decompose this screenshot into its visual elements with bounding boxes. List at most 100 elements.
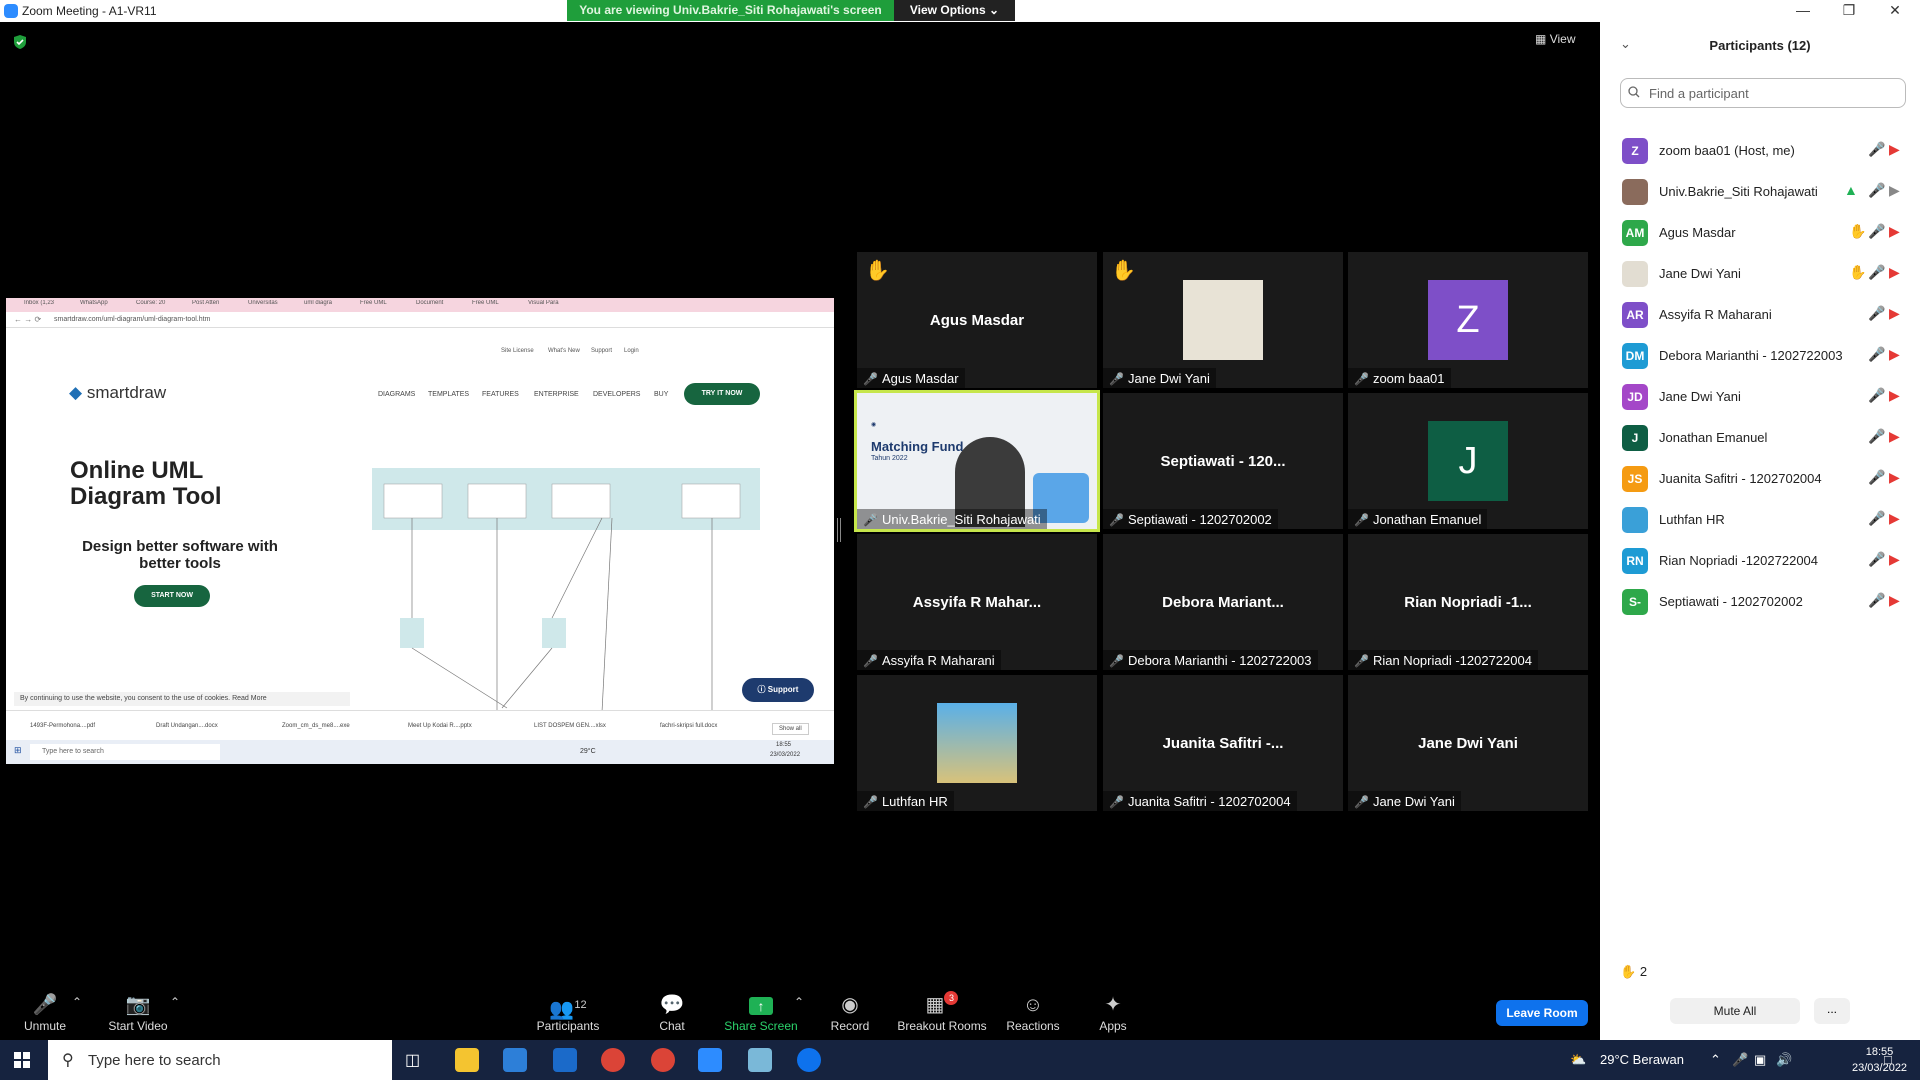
hero-heading: Online UML Diagram Tool: [70, 458, 222, 510]
tile-name-text: Rian Nopriadi -1202722004: [1372, 653, 1532, 668]
raised-hand-icon: ✋: [1849, 264, 1867, 280]
participant-row[interactable]: AM Agus Masdar ✋ 🎤 ▶: [1600, 212, 1920, 253]
view-button[interactable]: ▦ View: [1535, 32, 1575, 46]
participant-row[interactable]: AR Assyifa R Maharani 🎤 ▶: [1600, 294, 1920, 335]
taskbar-clock[interactable]: 18:55 23/03/2022: [1852, 1044, 1907, 1076]
participant-name: zoom baa01 (Host, me): [1659, 143, 1795, 158]
smartdraw-logo: ◆ smartdraw: [69, 383, 166, 403]
chrome-profile-icon[interactable]: [651, 1048, 675, 1072]
start-video-button[interactable]: 📷 Start Video: [88, 985, 188, 1040]
chat-button[interactable]: 💬 Chat: [622, 985, 722, 1040]
browser-url: smartdraw.com/uml-diagram/uml-diagram-to…: [54, 316, 211, 323]
participant-video-tile[interactable]: Z 🎤 zoom baa01: [1348, 252, 1588, 388]
unmute-button[interactable]: 🎤 Unmute: [0, 985, 95, 1040]
video-off-icon: ▶: [1889, 223, 1900, 239]
participant-row[interactable]: Luthfan HR 🎤 ▶: [1600, 499, 1920, 540]
raised-hand-icon: ✋: [865, 260, 890, 282]
teamviewer-icon[interactable]: [797, 1048, 821, 1072]
participant-row[interactable]: J Jonathan Emanuel 🎤 ▶: [1600, 417, 1920, 458]
participant-video-tile[interactable]: ✋ Agus Masdar 🎤 Agus Masdar: [857, 252, 1097, 388]
view-options-button[interactable]: View Options ⌄: [894, 0, 1015, 21]
mail-icon[interactable]: [553, 1048, 577, 1072]
windows-start-icon[interactable]: [14, 1052, 30, 1068]
share-screen-button[interactable]: ↑ Share Screen: [711, 985, 811, 1040]
participant-video-tile[interactable]: ◉ Matching Fund Tahun 2022 🎤 Univ.Bakrie_Sit…: [854, 390, 1100, 532]
site-main-nav-link: ENTERPRISE: [534, 391, 579, 398]
participant-video-tile[interactable]: Juanita Safitri -... 🎤 Juanita Safitri - 1…: [1103, 675, 1343, 811]
taskbar-weather[interactable]: 29°C Berawan: [1600, 1052, 1684, 1067]
mic-muted-icon: 🎤: [1868, 387, 1886, 403]
apps-button[interactable]: ✦ Apps: [1063, 985, 1163, 1040]
participant-row[interactable]: JS Juanita Safitri - 1202702004 🎤 ▶: [1600, 458, 1920, 499]
video-options-chevron-icon[interactable]: ⌃: [170, 995, 180, 1009]
close-button[interactable]: ✕: [1872, 0, 1918, 22]
participant-row[interactable]: RN Rian Nopriadi -1202722004 🎤 ▶: [1600, 540, 1920, 581]
encryption-shield-icon[interactable]: [12, 34, 28, 50]
tile-display-name: Septiawati - 120...: [1160, 453, 1286, 470]
breakout-rooms-icon: ▦ 3: [892, 991, 992, 1019]
raised-hands-count-value: 2: [1639, 964, 1648, 979]
chrome-icon[interactable]: [601, 1048, 625, 1072]
find-participant-input[interactable]: Find a participant: [1620, 78, 1906, 108]
notifications-icon[interactable]: □: [1884, 1052, 1892, 1067]
tray-mic-icon[interactable]: 🎤: [1732, 1052, 1748, 1068]
participant-video-tile[interactable]: J 🎤 Jonathan Emanuel: [1348, 393, 1588, 529]
mic-muted-icon: 🎤: [863, 372, 878, 386]
maximize-button[interactable]: ❐: [1826, 0, 1872, 22]
participant-row[interactable]: Jane Dwi Yani ✋ 🎤 ▶: [1600, 253, 1920, 294]
mic-muted-icon: 🎤: [1868, 141, 1886, 157]
participant-video-tile[interactable]: Rian Nopriadi -1... 🎤 Rian Nopriadi -12027…: [1348, 534, 1588, 670]
tray-chevron-icon[interactable]: ⌃: [1710, 1052, 1721, 1068]
task-view-icon[interactable]: ◫: [405, 1050, 420, 1070]
network-icon[interactable]: ▣: [1754, 1052, 1766, 1068]
participant-name: Septiawati - 1202702002: [1659, 594, 1803, 609]
file-explorer-icon[interactable]: [455, 1048, 479, 1072]
mic-muted-icon: 🎤: [863, 513, 878, 527]
participant-video-tile[interactable]: ✋ 🎤 Jane Dwi Yani: [1103, 252, 1343, 388]
site-main-nav-link: TEMPLATES: [428, 391, 470, 398]
participant-row[interactable]: S- Septiawati - 1202702002 🎤 ▶: [1600, 581, 1920, 622]
more-options-button[interactable]: ...: [1814, 998, 1850, 1024]
minimize-button[interactable]: —: [1780, 0, 1826, 22]
taskbar-search-box[interactable]: Type here to search: [48, 1040, 392, 1080]
breakout-rooms-button[interactable]: ▦ 3 Breakout Rooms: [892, 985, 992, 1040]
weather-icon[interactable]: ⛅: [1570, 1052, 1586, 1068]
mute-all-button[interactable]: Mute All: [1670, 998, 1800, 1024]
participant-row[interactable]: DM Debora Marianthi - 1202722003 🎤 ▶: [1600, 335, 1920, 376]
browser-tab: Universitas: [248, 300, 278, 306]
browser-tab-strip: Inbox (1,23 WhatsApp Course: 20 Post Atten U…: [6, 298, 834, 312]
audio-options-chevron-icon[interactable]: ⌃: [72, 995, 82, 1009]
uml-diagram-illustration: [372, 468, 760, 712]
participant-video-tile[interactable]: Debora Mariant... 🎤 Debora Marianthi - 120…: [1103, 534, 1343, 670]
shared-taskbar-time: 18:55: [776, 742, 792, 748]
participant-row[interactable]: JD Jane Dwi Yani 🎤 ▶: [1600, 376, 1920, 417]
leave-room-button[interactable]: Leave Room: [1496, 1000, 1588, 1026]
site-top-nav-link: What's New: [548, 348, 580, 354]
participant-video-tile[interactable]: Septiawati - 120... 🎤 Septiawati - 1202702…: [1103, 393, 1343, 529]
avatar: Z: [1622, 138, 1648, 164]
participants-label: Participants: [536, 1019, 600, 1033]
participant-video-tile[interactable]: 🎤 Luthfan HR: [857, 675, 1097, 811]
participant-video-tile[interactable]: Jane Dwi Yani 🎤 Jane Dwi Yani: [1348, 675, 1588, 811]
tile-name-label: 🎤 Jane Dwi Yani: [1348, 791, 1461, 811]
window-title: Zoom Meeting - A1-VR11: [22, 4, 157, 18]
meeting-toolbar: 🎤 Unmute ⌃ 📷 Start Video ⌃ 👥12 Participants…: [0, 985, 1600, 1040]
store-icon[interactable]: [503, 1048, 527, 1072]
record-button[interactable]: ◉ Record: [800, 985, 900, 1040]
participant-row[interactable]: Univ.Bakrie_Siti Rohajawati ▲ 🎤 ▶: [1600, 171, 1920, 212]
zoom-taskbar-icon[interactable]: [698, 1048, 722, 1072]
shared-taskbar-search: Type here to search: [30, 744, 220, 760]
participant-row[interactable]: Zzoom baa01 (Host, me) 🎤 ▶: [1600, 130, 1920, 171]
tile-name-text: Jonathan Emanuel: [1372, 512, 1482, 527]
volume-icon[interactable]: 🔊: [1776, 1052, 1792, 1068]
split-resize-handle[interactable]: [837, 518, 841, 542]
notepad-icon[interactable]: [748, 1048, 772, 1072]
mic-muted-icon: 🎤: [1868, 346, 1886, 362]
apps-icon: ✦: [1104, 994, 1122, 1016]
participants-button[interactable]: 👥12 Participants: [518, 985, 618, 1040]
site-top-nav-link: Site License: [501, 348, 534, 354]
participant-video-tile[interactable]: Assyifa R Mahar... 🎤 Assyifa R Maharani: [857, 534, 1097, 670]
share-screen-label: Share Screen: [724, 1019, 798, 1033]
avatar: JD: [1622, 384, 1648, 410]
chat-label: Chat: [659, 1019, 685, 1033]
